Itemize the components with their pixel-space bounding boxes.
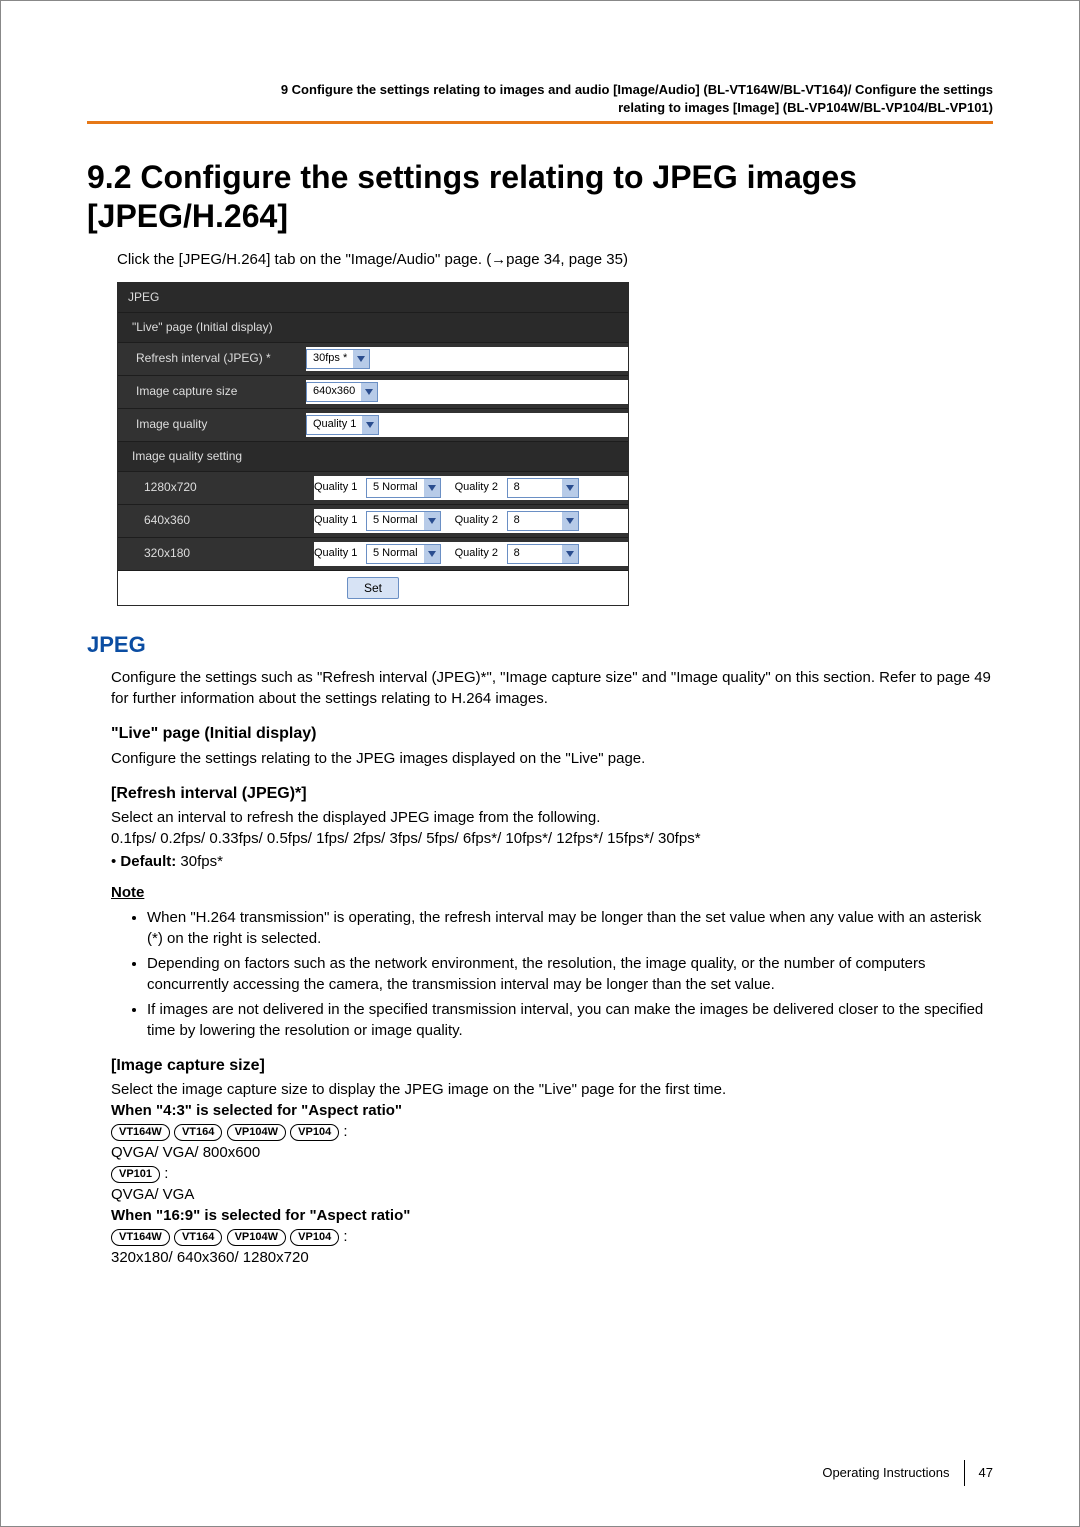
chevron-down-icon	[424, 545, 440, 563]
ics-43-values-1: QVGA/ VGA/ 800x600	[111, 1142, 993, 1163]
model-badge: VP104	[290, 1229, 339, 1246]
panel-quality-row: 640x360Quality 15 Normal Quality 28	[118, 505, 628, 538]
size-select[interactable]: 640x360	[306, 382, 378, 402]
footer-divider	[964, 1460, 965, 1486]
q2-label: Quality 2	[455, 546, 507, 561]
q2-label: Quality 2	[455, 513, 507, 528]
q1-select[interactable]: 5 Normal	[366, 544, 441, 564]
q1-select[interactable]: 5 Normal	[366, 511, 441, 531]
quality-row-resolution: 640x360	[128, 512, 314, 529]
header-rule	[87, 121, 993, 124]
live-heading: "Live" page (Initial display)	[111, 723, 993, 745]
size-select-value: 640x360	[307, 383, 361, 401]
q1-label: Quality 1	[314, 513, 366, 528]
running-header-line2: relating to images [Image] (BL-VP104W/BL…	[87, 99, 993, 117]
footer-page-number: 47	[979, 1464, 993, 1482]
quality-label: Image quality	[128, 416, 306, 433]
ics-badges-row-1: VT164W VT164 VP104W VP104 :	[111, 1121, 993, 1142]
refresh-label: Refresh interval (JPEG) *	[128, 350, 306, 367]
config-panel: JPEG "Live" page (Initial display) Refre…	[117, 282, 629, 606]
ics-heading: [Image capture size]	[111, 1055, 993, 1077]
refresh-p1: Select an interval to refresh the displa…	[111, 807, 993, 828]
q1-label: Quality 1	[314, 546, 366, 561]
ics-badges-row-2: VP101 :	[111, 1163, 993, 1184]
q2-value: 8	[508, 512, 562, 530]
q2-select[interactable]: 8	[507, 511, 579, 531]
refresh-p2: 0.1fps/ 0.2fps/ 0.33fps/ 0.5fps/ 1fps/ 2…	[111, 828, 993, 849]
note-list: When "H.264 transmission" is operating, …	[147, 907, 993, 1041]
panel-row-refresh: Refresh interval (JPEG) * 30fps *	[118, 343, 628, 376]
jpeg-heading: JPEG	[87, 630, 993, 661]
q1-select[interactable]: 5 Normal	[366, 478, 441, 498]
panel-quality-row: 320x180Quality 15 Normal Quality 28	[118, 538, 628, 571]
panel-iqs-title: Image quality setting	[118, 442, 628, 472]
running-header-line1: 9 Configure the settings relating to ima…	[87, 81, 993, 99]
page-footer: Operating Instructions 47	[87, 1460, 993, 1486]
panel-quality-row: 1280x720Quality 15 Normal Quality 28	[118, 472, 628, 505]
chevron-down-icon	[562, 512, 578, 530]
panel-group-jpeg: JPEG	[118, 283, 628, 313]
quality-row-resolution: 320x180	[128, 545, 314, 562]
chevron-down-icon	[353, 350, 369, 368]
model-badge: VT164W	[111, 1124, 170, 1141]
q1-label: Quality 1	[314, 480, 366, 495]
chevron-down-icon	[362, 416, 378, 434]
panel-row-quality: Image quality Quality 1	[118, 409, 628, 442]
q2-value: 8	[508, 545, 562, 563]
q2-label: Quality 2	[455, 480, 507, 495]
q1-value: 5 Normal	[367, 512, 424, 530]
panel-live-title: "Live" page (Initial display)	[118, 313, 628, 343]
model-badge: VP104	[290, 1124, 339, 1141]
quality-row-resolution: 1280x720	[128, 479, 314, 496]
ics-169-values: 320x180/ 640x360/ 1280x720	[111, 1247, 993, 1268]
chevron-down-icon	[424, 479, 440, 497]
section-intro: Click the [JPEG/H.264] tab on the "Image…	[117, 249, 993, 270]
footer-label: Operating Instructions	[822, 1464, 949, 1482]
chevron-down-icon	[361, 383, 377, 401]
ics-when-16-9: When "16:9" is selected for "Aspect rati…	[111, 1205, 993, 1226]
model-badge: VP104W	[227, 1229, 286, 1246]
set-button[interactable]: Set	[347, 577, 399, 600]
ics-badges-row-3: VT164W VT164 VP104W VP104 :	[111, 1226, 993, 1247]
model-badge: VT164	[174, 1229, 222, 1246]
model-badge: VT164	[174, 1124, 222, 1141]
chevron-down-icon	[424, 512, 440, 530]
chevron-down-icon	[562, 479, 578, 497]
size-label: Image capture size	[128, 383, 306, 400]
default-bullet: Default: 30fps*	[111, 851, 993, 872]
q1-value: 5 Normal	[367, 545, 424, 563]
refresh-select-value: 30fps *	[307, 350, 353, 368]
q2-value: 8	[508, 479, 562, 497]
model-badge: VP101	[111, 1166, 160, 1183]
chevron-down-icon	[562, 545, 578, 563]
default-value: 30fps*	[176, 853, 223, 870]
note-item: If images are not delivered in the speci…	[147, 999, 993, 1041]
ics-paragraph: Select the image capture size to display…	[111, 1079, 993, 1100]
refresh-heading: [Refresh interval (JPEG)*]	[111, 783, 993, 805]
model-badge: VT164W	[111, 1229, 170, 1246]
ics-43-values-2: QVGA/ VGA	[111, 1184, 993, 1205]
jpeg-paragraph: Configure the settings such as "Refresh …	[111, 667, 993, 709]
section-heading: 9.2 Configure the settings relating to J…	[87, 158, 993, 235]
live-paragraph: Configure the settings relating to the J…	[111, 748, 993, 769]
panel-row-size: Image capture size 640x360	[118, 376, 628, 409]
model-badge: VP104W	[227, 1124, 286, 1141]
q2-select[interactable]: 8	[507, 544, 579, 564]
ics-when-4-3: When "4:3" is selected for "Aspect ratio…	[111, 1100, 993, 1121]
note-item: When "H.264 transmission" is operating, …	[147, 907, 993, 949]
note-item: Depending on factors such as the network…	[147, 953, 993, 995]
q2-select[interactable]: 8	[507, 478, 579, 498]
refresh-select[interactable]: 30fps *	[306, 349, 370, 369]
panel-set-wrap: Set	[118, 571, 628, 606]
q1-value: 5 Normal	[367, 479, 424, 497]
default-label: Default:	[120, 853, 176, 870]
quality-select[interactable]: Quality 1	[306, 415, 379, 435]
note-heading: Note	[111, 882, 993, 903]
quality-select-value: Quality 1	[307, 416, 362, 434]
